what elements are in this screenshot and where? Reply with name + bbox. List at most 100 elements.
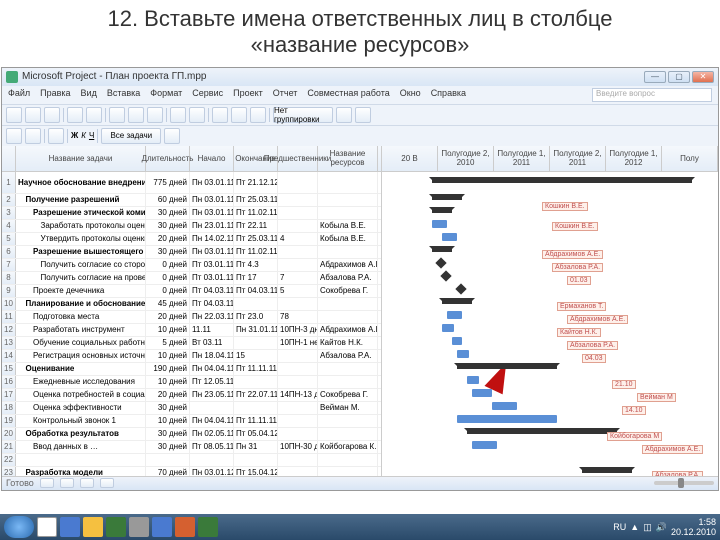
end-cell[interactable]: Пт 11.11.11 (234, 415, 278, 427)
pred-cell[interactable] (278, 428, 318, 440)
gantt-bar[interactable] (472, 389, 492, 397)
gantt-chart[interactable]: 20 В Полугодие 2, 2010 Полугодие 1, 2011… (382, 146, 718, 476)
copy-button[interactable] (128, 107, 144, 123)
start-cell[interactable]: Пн 14.02.11 (190, 233, 234, 245)
gantt-bar[interactable] (432, 220, 447, 228)
zoom-slider[interactable] (654, 481, 714, 485)
col-resource[interactable]: Название ресурсов (318, 146, 378, 171)
gantt-sum[interactable] (432, 177, 692, 183)
end-cell[interactable]: Пт 11.11.11 (234, 363, 278, 375)
gantt-bar[interactable] (442, 324, 454, 332)
help-search[interactable]: Введите вопрос (592, 88, 712, 102)
end-cell[interactable]: Пт 05.04.12 (234, 428, 278, 440)
new-button[interactable] (6, 107, 22, 123)
pred-cell[interactable]: 10ПН-1 нед (278, 337, 318, 349)
end-cell[interactable] (234, 337, 278, 349)
task-name-cell[interactable]: Обработка результатов (16, 428, 146, 440)
table-row[interactable]: 4 Заработать протоколы оценки эффективно… (2, 220, 381, 233)
start-cell[interactable]: Вт 03.11 (190, 337, 234, 349)
duration-cell[interactable]: 30 дней (146, 246, 190, 258)
cut-button[interactable] (109, 107, 125, 123)
pred-cell[interactable] (278, 350, 318, 362)
duration-cell[interactable]: 10 дней (146, 415, 190, 427)
task-name-cell[interactable]: Разрешение вышестоящего отделения (16, 246, 146, 258)
table-row[interactable]: 14 Регистрация основных источников данны… (2, 350, 381, 363)
start-cell[interactable]: Пн 03.01.11 (190, 194, 234, 206)
start-cell[interactable]: Пн 03.01.11 (190, 246, 234, 258)
duration-cell[interactable]: 0 дней (146, 259, 190, 271)
end-cell[interactable]: Пт 17 (234, 272, 278, 284)
table-row[interactable]: 19 Контрольный звонок 110 днейПн 04.04.1… (2, 415, 381, 428)
pred-cell[interactable] (278, 467, 318, 476)
table-row[interactable]: 17 Оценка потребностей в социальной рабо… (2, 389, 381, 402)
start-cell[interactable]: Пт 03.01.11 (190, 272, 234, 284)
print-button[interactable] (67, 107, 83, 123)
pred-cell[interactable]: 78 (278, 311, 318, 323)
end-cell[interactable]: Пт 15.04.12 (234, 467, 278, 476)
duration-cell[interactable]: 775 дней (146, 172, 190, 193)
zoom-in-button[interactable] (336, 107, 352, 123)
resource-cell[interactable] (318, 428, 378, 440)
resource-cell[interactable] (318, 454, 378, 466)
end-cell[interactable]: Пт 04.03.11 (234, 285, 278, 297)
maximize-button[interactable]: ▢ (668, 71, 690, 83)
col-name[interactable]: Название задачи (16, 146, 146, 171)
start-cell[interactable]: Пн 04.04.11 (190, 415, 234, 427)
resource-cell[interactable] (318, 172, 378, 193)
start-cell[interactable]: Пн 03.01.11 (190, 207, 234, 219)
pred-cell[interactable]: 4 (278, 233, 318, 245)
task-name-cell[interactable]: Разрешение этической комиссии (16, 207, 146, 219)
start-cell[interactable]: 11.11 (190, 324, 234, 336)
task-name-cell[interactable]: Регистрация основных источников данных (16, 350, 146, 362)
duration-cell[interactable]: 0 дней (146, 272, 190, 284)
group-dropdown[interactable]: Нет группировки (273, 107, 333, 123)
task-name-cell[interactable]: Оценка эффективности (16, 402, 146, 414)
tray-network-icon[interactable]: ◫ (643, 522, 652, 533)
end-cell[interactable]: 15 (234, 350, 278, 362)
menu-file[interactable]: Файл (8, 88, 30, 102)
end-cell[interactable]: Пт 22.11 (234, 220, 278, 232)
duration-cell[interactable]: 10 дней (146, 376, 190, 388)
menu-project[interactable]: Проект (233, 88, 263, 102)
gantt-bar[interactable] (472, 441, 497, 449)
table-row[interactable]: 13 Обучение социальных работников в реги… (2, 337, 381, 350)
menu-insert[interactable]: Вставка (107, 88, 140, 102)
start-cell[interactable]: Пн 23.05.11 (190, 389, 234, 401)
gantt-sum[interactable] (432, 207, 452, 213)
table-row[interactable]: 22 (2, 454, 381, 467)
italic-button[interactable]: К (81, 131, 86, 140)
pred-cell[interactable]: 14ПН-13 дня (278, 389, 318, 401)
resource-cell[interactable]: Койбогарова К. (318, 441, 378, 453)
resource-cell[interactable] (318, 467, 378, 476)
view-usage-button[interactable] (60, 478, 74, 488)
end-cell[interactable]: Пт 22.07.11 (234, 389, 278, 401)
duration-cell[interactable]: 10 дней (146, 324, 190, 336)
table-row[interactable]: 8 Получить согласие на проведение исслед… (2, 272, 381, 285)
resource-cell[interactable] (318, 363, 378, 375)
start-cell[interactable]: Пн 23.01.11 (190, 220, 234, 232)
gantt-sum[interactable] (432, 194, 462, 200)
pred-cell[interactable] (278, 402, 318, 414)
col-pred[interactable]: Предшественники (278, 146, 318, 171)
timeline-body[interactable]: Кошкин В.Е.Кошкин В.Е.Абдрахимов А.Е.Абз… (382, 172, 718, 476)
undo-button[interactable] (170, 107, 186, 123)
show-button[interactable] (48, 128, 64, 144)
gantt-sum[interactable] (582, 467, 632, 473)
filter-dropdown[interactable]: Все задачи (101, 128, 161, 144)
task-name-cell[interactable]: Подготовка места (16, 311, 146, 323)
paste-button[interactable] (147, 107, 163, 123)
resource-cell[interactable] (318, 376, 378, 388)
end-cell[interactable]: Пт 23.0 (234, 311, 278, 323)
resource-cell[interactable]: Абзалова Р.А. (318, 272, 378, 284)
duration-cell[interactable]: 10 дней (146, 350, 190, 362)
gantt-bar[interactable] (442, 233, 457, 241)
start-cell[interactable]: Пн 22.03.11 (190, 311, 234, 323)
table-row[interactable]: 5 Утвердить протоколы оценки эффективнос… (2, 233, 381, 246)
end-cell[interactable] (234, 454, 278, 466)
underline-button[interactable]: Ч (89, 131, 94, 140)
autofilter-button[interactable] (164, 128, 180, 144)
zoom-out-button[interactable] (355, 107, 371, 123)
resource-cell[interactable]: Абдрахимов А.Е. (318, 259, 378, 271)
pred-cell[interactable] (278, 454, 318, 466)
split-button[interactable] (250, 107, 266, 123)
